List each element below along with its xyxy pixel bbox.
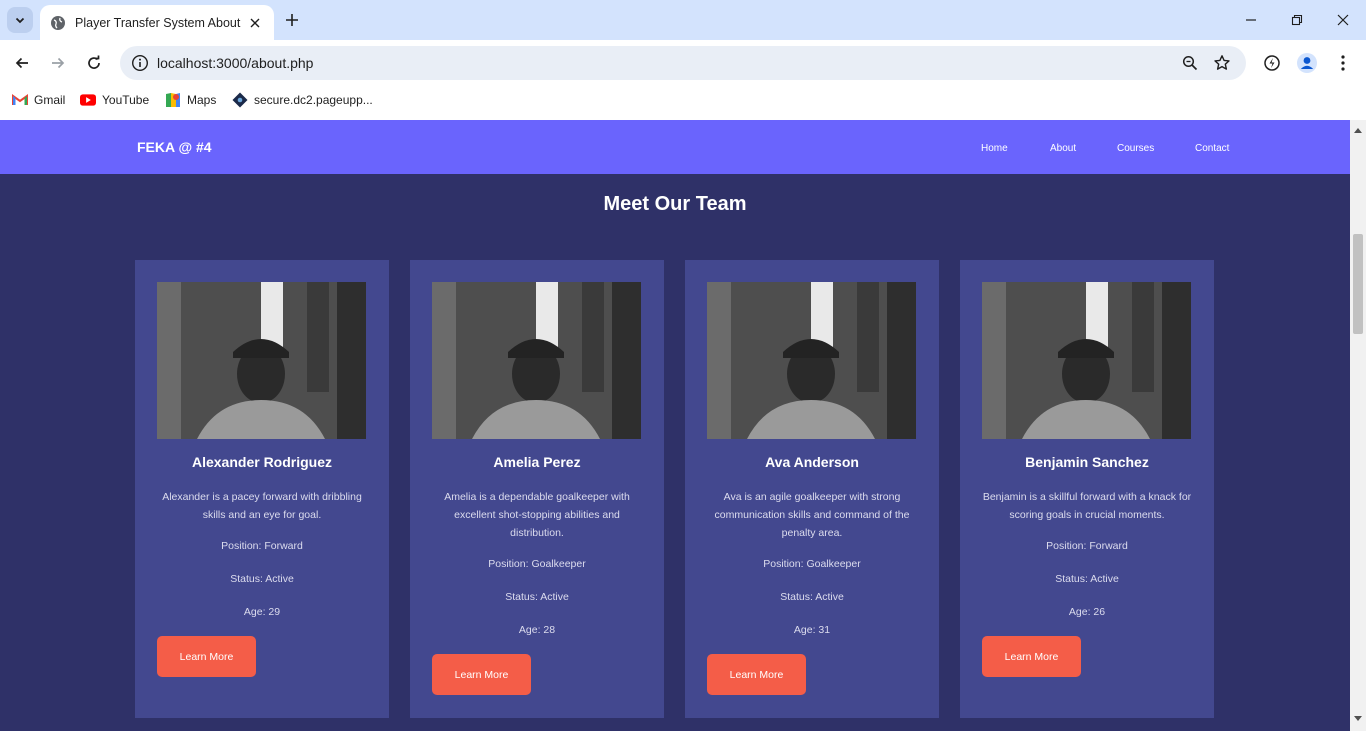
scroll-up-arrow-icon[interactable] [1354,126,1362,134]
player-name: Benjamin Sanchez [1025,454,1149,470]
player-photo [982,282,1191,439]
player-description: Amelia is a dependable goalkeeper with e… [444,491,630,539]
bookmark-youtube[interactable]: YouTube [80,90,149,110]
scroll-down-arrow-icon[interactable] [1354,715,1362,723]
player-age: Age: 26 [1068,606,1106,618]
bookmark-label: YouTube [102,93,150,107]
browser-toolbar: localhost:3000/about.php [0,40,1366,86]
scrollbar-thumb[interactable] [1353,234,1363,334]
close-window-icon[interactable] [1320,6,1366,34]
bookmark-pageup[interactable]: secure.dc2.pageupp... [232,90,373,110]
close-tab-icon[interactable] [246,14,264,32]
player-photo [432,282,641,439]
player-position: Position: Forward [221,540,303,552]
gmail-icon [12,92,28,108]
globe-icon [50,15,66,31]
pageup-logo-icon [232,92,248,108]
bookmark-maps[interactable]: Maps [165,90,216,110]
forward-arrow-icon[interactable] [44,49,72,77]
youtube-icon [80,92,96,108]
profile-avatar-icon[interactable] [1295,51,1319,75]
team-card: Amelia Perez Amelia is a dependable goal… [410,260,664,718]
team-card: Benjamin Sanchez Benjamin is a skillful … [960,260,1214,718]
player-status: Status: Active [1055,573,1119,585]
team-card: Alexander Rodriguez Alexander is a pacey… [135,260,389,718]
active-tab[interactable]: Player Transfer System About [40,5,274,40]
learn-more-button[interactable]: Learn More [982,636,1081,677]
player-position: Position: Forward [1046,540,1128,552]
new-tab-plus-icon[interactable] [281,9,303,31]
restore-icon[interactable] [1274,6,1320,34]
player-name: Amelia Perez [493,454,581,470]
zoom-icon[interactable] [1180,53,1200,73]
player-status: Status: Active [505,591,569,603]
player-age: Age: 31 [793,624,831,636]
bookmark-label: secure.dc2.pageupp... [254,93,373,107]
site-header: FEKA @ #4 Home About Courses Contact [0,120,1350,174]
player-status: Status: Active [230,573,294,585]
learn-more-button[interactable]: Learn More [432,654,531,695]
nav-courses[interactable]: Courses [1117,143,1154,154]
site-brand[interactable]: FEKA @ #4 [137,139,212,155]
page-body: FEKA @ #4 Home About Courses Contact Mee… [0,120,1350,731]
player-photo [157,282,366,439]
minimize-icon[interactable] [1228,6,1274,34]
page-scrollbar[interactable] [1350,120,1366,731]
player-age: Age: 29 [243,606,281,618]
site-info-icon[interactable] [130,53,150,73]
bookmark-label: Gmail [34,93,66,107]
player-position: Position: Goalkeeper [763,558,861,570]
player-description: Benjamin is a skillful forward with a kn… [982,491,1192,521]
player-description: Alexander is a pacey forward with dribbl… [162,491,362,521]
back-arrow-icon[interactable] [8,49,36,77]
nav-about[interactable]: About [1050,143,1076,154]
learn-more-button[interactable]: Learn More [707,654,806,695]
team-card: Ava Anderson Ava is an agile goalkeeper … [685,260,939,718]
nav-contact[interactable]: Contact [1195,143,1229,154]
player-description: Ava is an agile goalkeeper with strong c… [714,491,910,539]
bookmarks-bar: Gmail YouTube Maps secure.dc2.pageupp... [0,86,1366,114]
reload-icon[interactable] [80,49,108,77]
player-name: Ava Anderson [765,454,859,470]
maps-pin-icon [165,92,181,108]
player-photo [707,282,916,439]
page-viewport: FEKA @ #4 Home About Courses Contact Mee… [0,120,1366,731]
tab-search-button[interactable] [7,7,33,33]
chevron-down-icon [15,17,25,24]
bookmark-label: Maps [187,93,217,107]
tab-strip: Player Transfer System About [0,0,1366,40]
player-status: Status: Active [780,591,844,603]
url-text: localhost:3000/about.php [157,55,314,71]
player-position: Position: Goalkeeper [488,558,586,570]
address-bar[interactable]: localhost:3000/about.php [120,46,1246,80]
bookmark-gmail[interactable]: Gmail [12,90,65,110]
nav-home[interactable]: Home [981,143,1008,154]
learn-more-button[interactable]: Learn More [157,636,256,677]
tab-title: Player Transfer System About [75,15,241,30]
extension-icon[interactable] [1260,51,1284,75]
player-age: Age: 28 [518,624,556,636]
team-section-title: Meet Our Team [603,193,747,215]
player-name: Alexander Rodriguez [191,454,333,470]
bookmark-star-icon[interactable] [1212,53,1232,73]
menu-kebab-icon[interactable] [1331,51,1355,75]
